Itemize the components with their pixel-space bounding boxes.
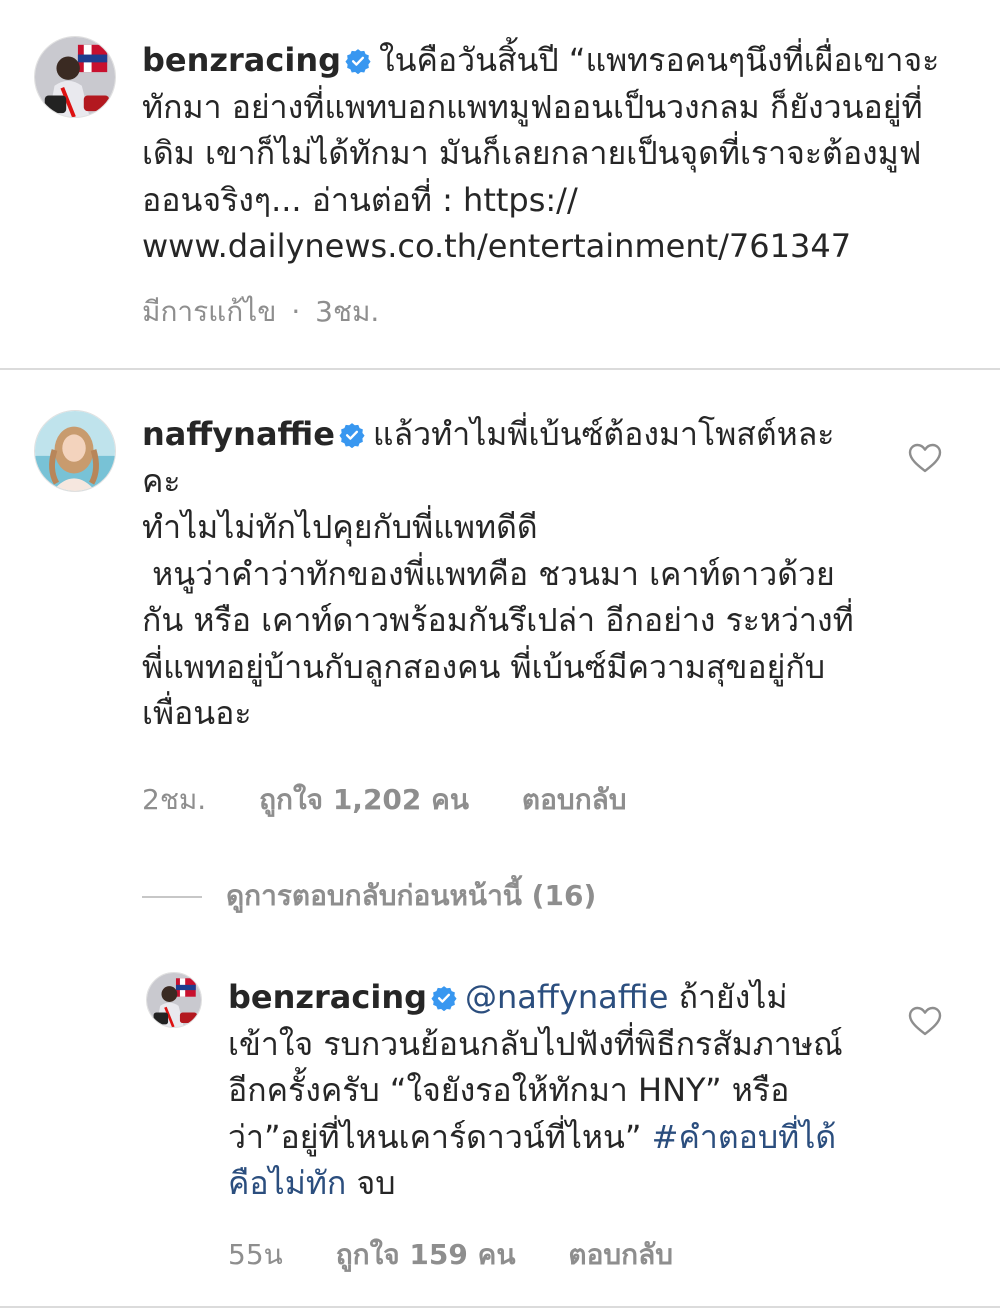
verified-badge-icon (339, 422, 365, 448)
reply-meta: 55น ถูกใจ 159 คน ตอบกลับ (228, 1233, 717, 1277)
reply-likes-count[interactable]: ถูกใจ 159 คน (336, 1233, 516, 1277)
reply-reply-button[interactable]: ตอบกลับ (568, 1233, 673, 1277)
caption-time: 3ชม. (315, 295, 380, 328)
comment-paragraph-3: หนูว่าคำว่าทักของพี่แพทคือ ชวนมา เคาท์ดา… (142, 554, 854, 733)
divider (0, 368, 1000, 370)
comment-username[interactable]: naffynaffie (142, 415, 335, 453)
reply-username[interactable]: benzracing (228, 978, 427, 1016)
view-previous-replies-button[interactable]: ดูการตอบกลับก่อนหน้านี้ (16) (142, 874, 596, 918)
comment-reply-button[interactable]: ตอบกลับ (522, 778, 627, 822)
comment-likes-count[interactable]: ถูกใจ 1,202 คน (259, 778, 469, 822)
avatar-naffynaffie[interactable] (34, 410, 116, 492)
comment-paragraph-2: ทำไมไม่ทักไปคุยกับพี่แพทดีดี (142, 508, 538, 546)
avatar-benzracing[interactable] (34, 36, 116, 118)
caption-meta: มีการแก้ไข · 3ชม. (142, 290, 379, 334)
mention-link[interactable]: @naffynaffie (465, 978, 668, 1016)
like-reply-heart-icon[interactable] (908, 1006, 942, 1036)
verified-badge-icon (431, 985, 457, 1011)
reply-end-text: จบ (346, 1164, 396, 1202)
bottom-divider (0, 1306, 1000, 1308)
comment-meta: 2ชม. ถูกใจ 1,202 คน ตอบกลับ (142, 778, 671, 822)
comment-paragraph-1: naffynaffie แล้วทำไมพี่เบ้นซ์ต้องมาโพสต์ห… (142, 411, 862, 504)
replies-line-divider (142, 896, 202, 898)
meta-separator: · (291, 295, 301, 328)
caption-username[interactable]: benzracing (142, 41, 341, 79)
caption-text: benzracing ในคือวันสิ้นปี “แพทรอคนๆนึงที่… (142, 37, 962, 270)
view-replies-label: ดูการตอบกลับก่อนหน้านี้ (16) (226, 879, 597, 912)
reply-time: 55น (228, 1238, 283, 1271)
like-comment-heart-icon[interactable] (908, 443, 942, 473)
avatar-benzracing-reply[interactable] (146, 972, 202, 1028)
edited-label: มีการแก้ไข (142, 295, 277, 328)
reply-text: benzracing @naffynaffie ถ้ายังไม่เข้าใจ ร… (228, 974, 868, 1207)
comment-text: naffynaffie แล้วทำไมพี่เบ้นซ์ต้องมาโพสต์ห… (142, 411, 862, 737)
verified-badge-icon (345, 48, 371, 74)
comment-time: 2ชม. (142, 783, 207, 816)
